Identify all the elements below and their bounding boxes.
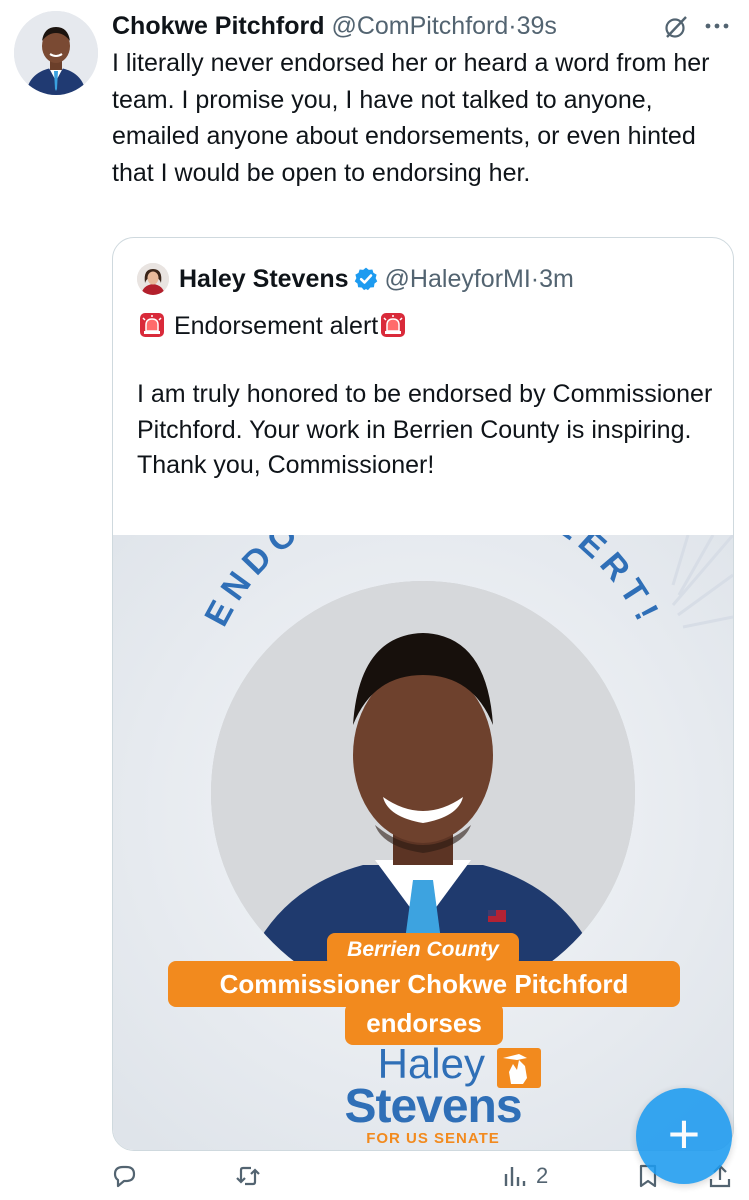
author-name[interactable]: Chokwe Pitchford [112, 12, 325, 40]
author-avatar[interactable] [14, 11, 98, 95]
quoted-author-name[interactable]: Haley Stevens [179, 265, 349, 293]
views-icon [504, 1167, 526, 1186]
quoted-tweet-header: Haley Stevens @HaleyforMI·3m [179, 260, 574, 298]
siren-icon [381, 313, 406, 337]
quoted-alert-line: Endorsement alert [137, 307, 408, 345]
tweet-text: I literally never endorsed her or heard … [112, 49, 710, 187]
author-handle[interactable]: @ComPitchford [331, 12, 508, 40]
tweet-time[interactable]: 39s [517, 12, 557, 40]
quoted-author-avatar-image [137, 263, 169, 295]
brand-tagline: FOR US SENATE [366, 1130, 500, 1147]
graphic-verb: endorses [345, 1003, 503, 1045]
views-count: 2 [536, 1163, 549, 1188]
quoted-header-separator: · [530, 265, 540, 293]
compose-button[interactable]: + [636, 1088, 732, 1184]
more-icon[interactable] [703, 12, 731, 40]
quoted-author-avatar[interactable] [137, 263, 169, 295]
quoted-tweet-body: I am truly honored to be endorsed by Com… [137, 380, 713, 479]
tweet-header: Chokwe Pitchford @ComPitchford·39s [112, 8, 659, 44]
grok-icon[interactable] [663, 14, 689, 40]
quoted-author-handle[interactable]: @HaleyforMI [385, 265, 531, 293]
graphic-headline: Commissioner Chokwe Pitchford [168, 961, 680, 1007]
reply-icon [113, 1165, 136, 1188]
endorsement-graphic[interactable]: ENDORSEMENT ALERT! Berrien County Commis… [113, 535, 733, 1150]
views-button[interactable]: 2 [500, 1161, 548, 1191]
header-separator: · [508, 12, 517, 40]
compose-plus-icon: + [667, 1102, 701, 1165]
retweet-icon [236, 1166, 260, 1186]
alert-text: Endorsement alert [173, 312, 379, 340]
quoted-tweet-time[interactable]: 3m [539, 265, 574, 293]
siren-icon [140, 313, 164, 337]
reply-button[interactable] [110, 1161, 138, 1191]
brand-last-name: Stevens [344, 1080, 522, 1133]
author-avatar-image [14, 11, 98, 95]
quoted-tweet-card[interactable]: Haley Stevens @HaleyforMI·3m Endorsement… [112, 237, 734, 1151]
verified-badge-icon[interactable] [353, 266, 379, 292]
retweet-button[interactable] [234, 1161, 262, 1191]
